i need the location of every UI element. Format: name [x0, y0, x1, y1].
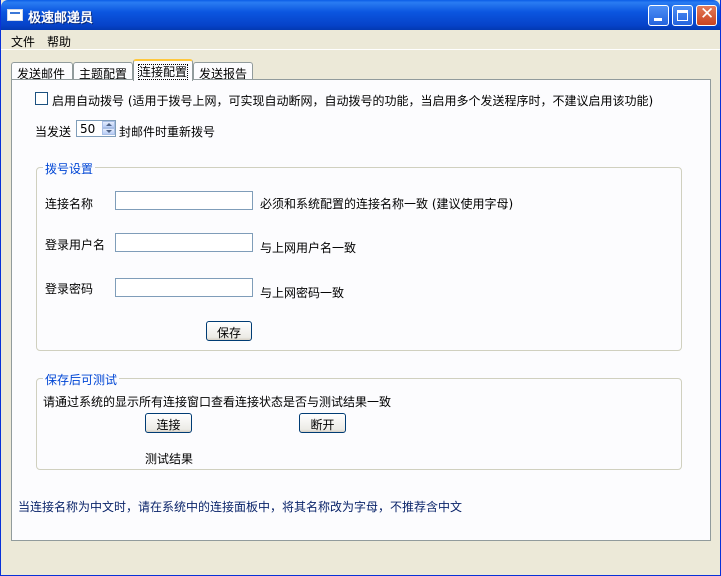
close-icon: ✕: [700, 4, 715, 24]
username-label: 登录用户名: [45, 238, 106, 252]
maximize-button[interactable]: [672, 5, 693, 26]
redial-suffix-label: 封邮件时重新拨号: [119, 125, 216, 139]
password-input[interactable]: [115, 278, 253, 297]
save-button[interactable]: 保存: [206, 321, 252, 341]
username-hint: 与上网用户名一致: [260, 241, 357, 255]
minimize-icon: [654, 18, 662, 21]
window-title: 极速邮递员: [28, 11, 94, 26]
spin-up-icon[interactable]: [102, 121, 115, 128]
redial-prefix-label: 当发送: [35, 125, 72, 139]
tab-label: 连接配置: [137, 64, 189, 80]
minimize-button[interactable]: [648, 5, 669, 26]
menu-bar: 文件 帮助: [1, 30, 720, 50]
menu-file[interactable]: 文件: [11, 33, 35, 50]
password-label: 登录密码: [45, 282, 94, 296]
close-button[interactable]: ✕: [696, 4, 717, 26]
redial-count-value: 50: [80, 122, 96, 136]
app-window: 极速邮递员 ✕ 文件 帮助 发送邮件 主题配置 连接配置 发送报告 启用自动拨号…: [0, 0, 721, 576]
spin-down-icon[interactable]: [102, 128, 115, 135]
connect-button[interactable]: 连接: [145, 413, 192, 433]
maximize-icon: [677, 10, 688, 21]
auto-dial-checkbox[interactable]: [35, 92, 48, 105]
disconnect-button[interactable]: 断开: [299, 413, 346, 433]
test-group-title: 保存后可测试: [43, 371, 120, 388]
connection-name-hint: 必须和系统配置的连接名称一致 (建议使用字母): [260, 197, 514, 211]
menu-help[interactable]: 帮助: [47, 33, 71, 50]
auto-dial-label: 启用自动拨号 (适用于拨号上网，可实现自动断网，自动拨号的功能，当启用多个发送程…: [52, 94, 654, 108]
test-description: 请通过系统的显示所有连接窗口查看连接状态是否与测试结果一致: [43, 395, 392, 409]
connection-config-panel: 启用自动拨号 (适用于拨号上网，可实现自动断网，自动拨号的功能，当启用多个发送程…: [11, 79, 711, 541]
password-hint: 与上网密码一致: [260, 286, 345, 300]
dial-settings-group: 拨号设置 连接名称 必须和系统配置的连接名称一致 (建议使用字母) 登录用户名 …: [36, 160, 682, 351]
dial-settings-title: 拨号设置: [43, 160, 96, 177]
app-icon: [7, 9, 23, 21]
redial-count-stepper[interactable]: 50: [76, 120, 116, 137]
title-bar[interactable]: 极速邮递员 ✕: [1, 0, 720, 30]
footer-note: 当连接名称为中文时，请在系统中的连接面板中，将其名称改为字母，不推荐含中文: [18, 500, 463, 514]
test-group: 保存后可测试 请通过系统的显示所有连接窗口查看连接状态是否与测试结果一致 连接 …: [36, 371, 682, 470]
connection-name-input[interactable]: [115, 191, 253, 210]
test-result-label: 测试结果: [145, 452, 194, 466]
tab-connection-config[interactable]: 连接配置: [133, 59, 193, 81]
connection-name-label: 连接名称: [45, 197, 94, 211]
username-input[interactable]: [115, 233, 253, 252]
